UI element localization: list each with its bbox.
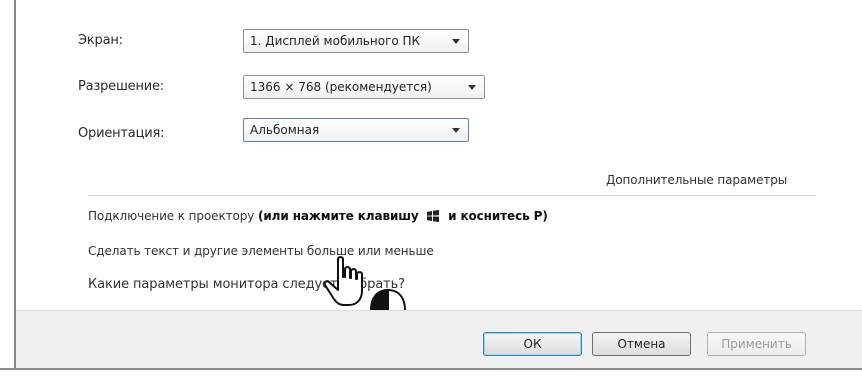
chevron-down-icon [452, 39, 460, 44]
projector-hint-part-1: (или нажмите клавишу [257, 209, 419, 223]
resolution-select[interactable]: 1366 × 768 (рекомендуется) [243, 75, 485, 99]
ok-button[interactable]: ОК [483, 332, 582, 356]
window-left-border [0, 0, 16, 376]
projector-link[interactable]: Подключение к проектору [88, 209, 254, 223]
text-size-link[interactable]: Сделать текст и другие элементы больше и… [88, 244, 434, 258]
divider [88, 195, 816, 196]
chevron-down-icon [468, 85, 476, 90]
orientation-label: Ориентация: [78, 126, 165, 141]
advanced-settings-link[interactable]: Дополнительные параметры [606, 173, 787, 187]
projector-link-line: Подключение к проектору (или нажмите кла… [88, 209, 548, 223]
orientation-select-value: Альбомная [250, 123, 320, 137]
window-bottom-border [0, 368, 862, 378]
screen-select[interactable]: 1. Дисплей мобильного ПК [243, 29, 469, 53]
resolution-select-value: 1366 × 768 (рекомендуется) [250, 80, 432, 94]
orientation-select[interactable]: Альбомная [243, 118, 469, 142]
chevron-down-icon [452, 128, 460, 133]
projector-hint-part-2: и коснитесь P) [448, 209, 548, 223]
windows-logo-icon [427, 210, 440, 222]
hand-pointer-icon [323, 256, 363, 306]
screen-select-value: 1. Дисплей мобильного ПК [250, 34, 421, 48]
resolution-label: Разрешение: [78, 79, 164, 94]
cancel-button[interactable]: Отмена [592, 332, 691, 356]
apply-button[interactable]: Применить [707, 332, 806, 356]
screen-label: Экран: [78, 33, 123, 48]
